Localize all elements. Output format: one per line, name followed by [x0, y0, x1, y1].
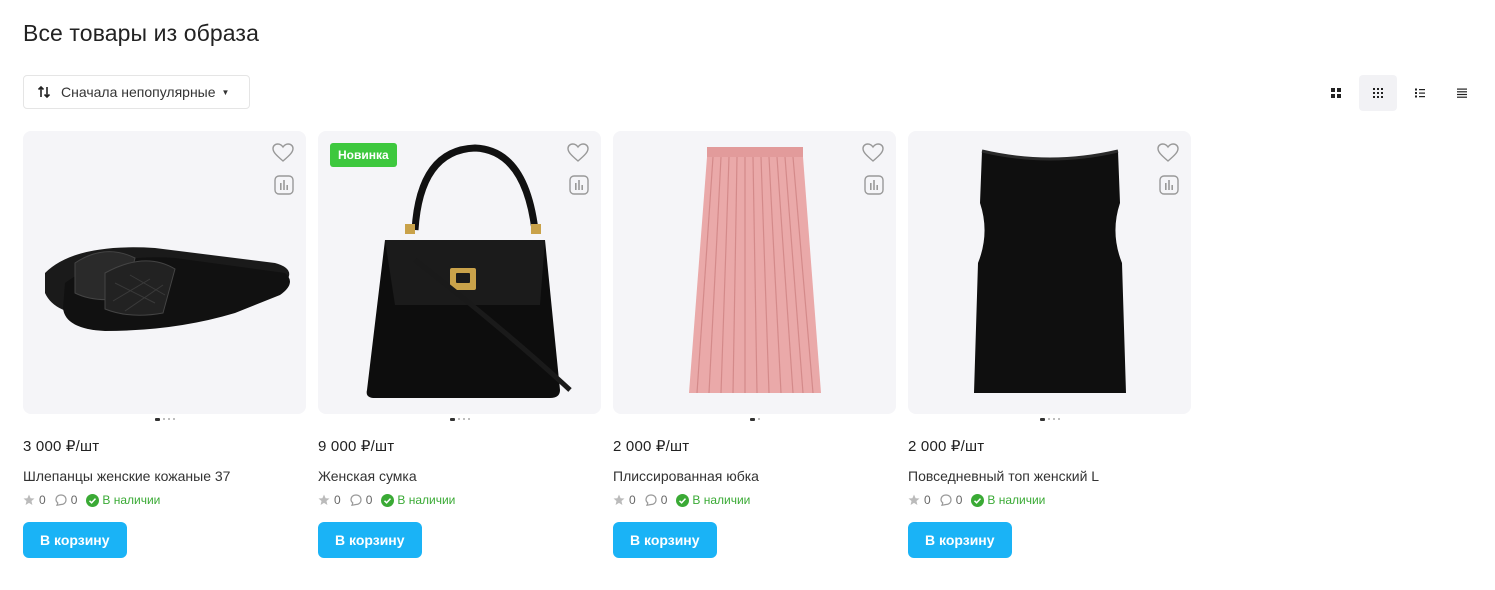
sort-icon	[37, 85, 51, 99]
stock-status: В наличии	[676, 493, 750, 507]
rating: 0	[318, 493, 341, 507]
pager-dot[interactable]	[167, 418, 170, 420]
sort-label: Сначала непопулярные	[61, 84, 216, 100]
comment-icon	[940, 494, 952, 506]
star-icon	[23, 494, 35, 505]
check-circle-icon	[381, 493, 395, 507]
product-price: 2 000 ₽/шт	[613, 438, 690, 455]
pager-dot[interactable]	[457, 418, 460, 420]
reviews: 0	[645, 493, 667, 507]
comment-icon	[55, 494, 67, 506]
pager-dot[interactable]	[749, 417, 755, 421]
product-image-handbag	[366, 144, 572, 398]
product-name[interactable]: Женская сумка	[318, 468, 601, 484]
pager-dot[interactable]	[757, 418, 760, 420]
product-image-box[interactable]	[613, 131, 896, 414]
pager-dot[interactable]	[1047, 418, 1050, 420]
reviews: 0	[940, 493, 962, 507]
product-image-box[interactable]	[23, 131, 306, 414]
product-card: Новинка 9 000 ₽/шт Женская сумка 0 0 В н…	[318, 131, 601, 558]
add-to-cart-button[interactable]: В корзину	[908, 522, 1012, 558]
rating: 0	[613, 493, 636, 507]
compare-icon[interactable]	[569, 175, 589, 195]
stock-status: В наличии	[381, 493, 455, 507]
pager-dot[interactable]	[154, 417, 160, 421]
product-meta: 0 0 В наличии	[613, 493, 896, 507]
product-image-box[interactable]	[908, 131, 1191, 414]
image-pager[interactable]	[908, 415, 1191, 423]
product-image-top	[973, 149, 1126, 393]
product-name[interactable]: Плиссированная юбка	[613, 468, 896, 484]
new-badge: Новинка	[330, 143, 397, 167]
pager-dot[interactable]	[467, 418, 470, 420]
add-to-cart-button[interactable]: В корзину	[318, 522, 422, 558]
product-card: 3 000 ₽/шт Шлепанцы женские кожаные 37 0…	[23, 131, 306, 558]
list-icon	[1415, 88, 1425, 98]
star-icon	[908, 494, 920, 505]
product-name[interactable]: Повседневный топ женский L	[908, 468, 1191, 484]
stock-status: В наличии	[86, 493, 160, 507]
pager-dot[interactable]	[449, 417, 455, 421]
view-tiles-small-button[interactable]	[1359, 75, 1397, 111]
product-grid: 3 000 ₽/шт Шлепанцы женские кожаные 37 0…	[23, 131, 1203, 558]
pager-dot[interactable]	[1057, 418, 1060, 420]
page-title: Все товары из образа	[23, 20, 259, 46]
compare-icon[interactable]	[274, 175, 294, 195]
reviews: 0	[350, 493, 372, 507]
view-table-button[interactable]	[1443, 75, 1481, 111]
add-to-cart-button[interactable]: В корзину	[613, 522, 717, 558]
product-meta: 0 0 В наличии	[23, 493, 306, 507]
check-circle-icon	[971, 493, 985, 507]
check-circle-icon	[676, 493, 690, 507]
pager-dot[interactable]	[162, 418, 165, 420]
product-meta: 0 0 В наличии	[318, 493, 601, 507]
view-tiles-large-button[interactable]	[1317, 75, 1355, 111]
pager-dot[interactable]	[172, 418, 175, 420]
view-mode-switcher	[1313, 75, 1481, 111]
table-icon	[1457, 88, 1467, 98]
pager-dot[interactable]	[1039, 417, 1045, 421]
rating: 0	[23, 493, 46, 507]
caret-down-icon: ▼	[221, 87, 230, 97]
rating: 0	[908, 493, 931, 507]
comment-icon	[645, 494, 657, 506]
star-icon	[318, 494, 330, 505]
compare-icon[interactable]	[864, 175, 884, 195]
heart-icon[interactable]	[567, 143, 589, 163]
pager-dot[interactable]	[462, 418, 465, 420]
product-meta: 0 0 В наличии	[908, 493, 1191, 507]
sort-dropdown[interactable]: Сначала непопулярные ▼	[23, 75, 250, 109]
stock-status: В наличии	[971, 493, 1045, 507]
product-image-box[interactable]: Новинка	[318, 131, 601, 414]
heart-icon[interactable]	[1157, 143, 1179, 163]
product-name[interactable]: Шлепанцы женские кожаные 37	[23, 468, 306, 484]
check-circle-icon	[86, 493, 100, 507]
product-price: 9 000 ₽/шт	[318, 438, 395, 455]
product-price: 3 000 ₽/шт	[23, 438, 100, 455]
product-card: 2 000 ₽/шт Плиссированная юбка 0 0 В нал…	[613, 131, 896, 558]
add-to-cart-button[interactable]: В корзину	[23, 522, 127, 558]
heart-icon[interactable]	[862, 143, 884, 163]
grid-large-icon	[1331, 88, 1341, 98]
heart-icon[interactable]	[272, 143, 294, 163]
view-list-button[interactable]	[1401, 75, 1439, 111]
pager-dot[interactable]	[1052, 418, 1055, 420]
comment-icon	[350, 494, 362, 506]
product-card: 2 000 ₽/шт Повседневный топ женский L 0 …	[908, 131, 1191, 558]
image-pager[interactable]	[318, 415, 601, 423]
product-price: 2 000 ₽/шт	[908, 438, 985, 455]
reviews: 0	[55, 493, 77, 507]
grid-small-icon	[1373, 88, 1383, 98]
image-pager[interactable]	[23, 415, 306, 423]
product-image-slippers	[44, 246, 290, 331]
star-icon	[613, 494, 625, 505]
compare-icon[interactable]	[1159, 175, 1179, 195]
product-image-skirt	[688, 146, 821, 393]
image-pager[interactable]	[613, 415, 896, 423]
